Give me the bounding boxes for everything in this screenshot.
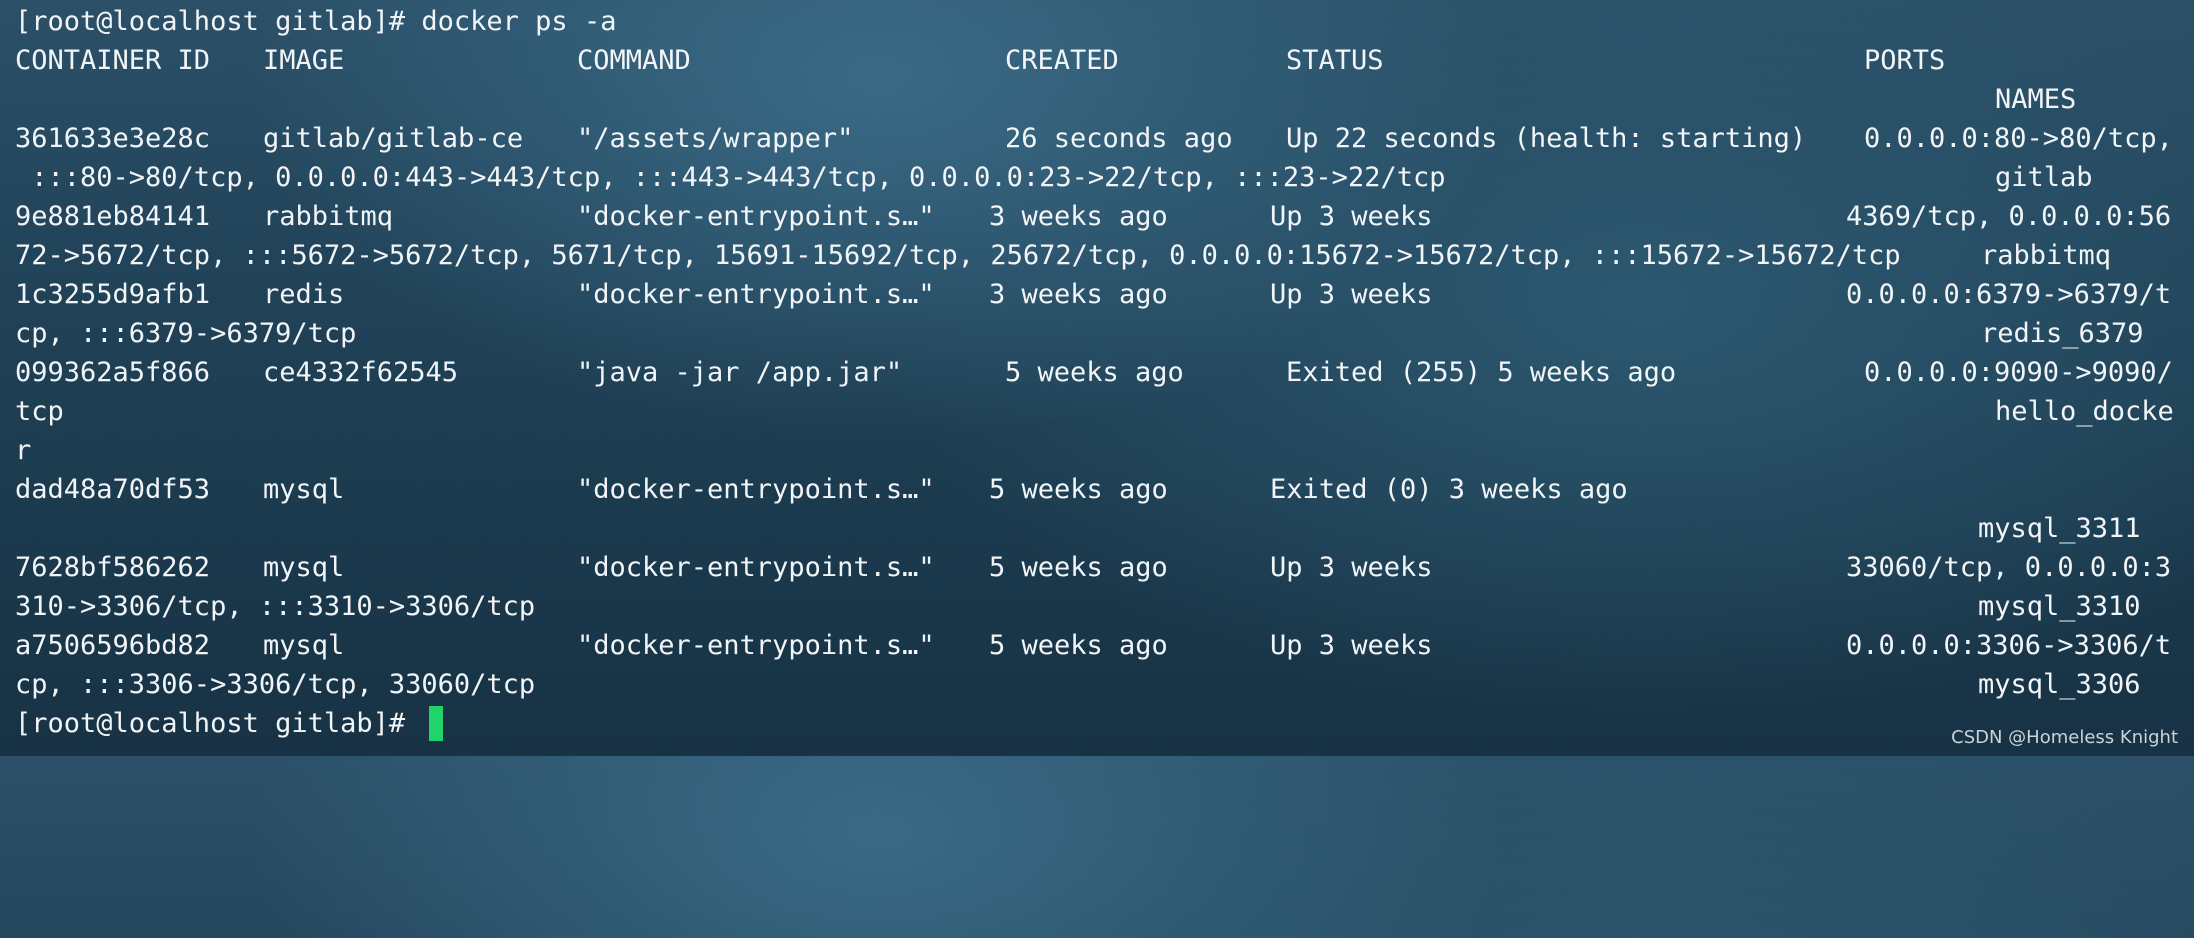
watermark: CSDN @Homeless Knight (1951, 727, 2178, 748)
container-created: 26 seconds ago (1005, 123, 1233, 154)
table-row-wrap: 72->5672/tcp, :::5672->5672/tcp, 5671/tc… (0, 236, 2194, 275)
container-ports: 0.0.0.0:3306->3306/t (1846, 630, 2172, 661)
container-name: redis_6379 (1981, 318, 2144, 349)
container-ports-continued: :::80->80/tcp, 0.0.0.0:443->443/tcp, :::… (15, 162, 1446, 193)
container-command: "docker-entrypoint.s…" (577, 201, 935, 232)
container-ports: 0.0.0.0:6379->6379/t (1846, 279, 2172, 310)
container-name: mysql_3306 (1978, 669, 2141, 700)
container-name: rabbitmq (1981, 240, 2112, 271)
text-cursor (429, 706, 443, 741)
container-command: "docker-entrypoint.s…" (577, 279, 935, 310)
container-name: mysql_3310 (1978, 591, 2141, 622)
table-row: 361633e3e28c gitlab/gitlab-ce "/assets/w… (0, 119, 2194, 158)
header-image: IMAGE (263, 45, 345, 76)
container-command: "java -jar /app.jar" (577, 357, 903, 388)
container-created: 3 weeks ago (989, 279, 1168, 310)
container-id: 7628bf586262 (15, 552, 211, 583)
table-row-wrap: 310->3306/tcp, :::3310->3306/tcp mysql_3… (0, 587, 2194, 626)
container-id: 361633e3e28c (15, 123, 211, 154)
container-name: gitlab (1995, 162, 2093, 193)
table-row: 7628bf586262 mysql "docker-entrypoint.s…… (0, 548, 2194, 587)
container-status: Up 3 weeks (1270, 279, 1433, 310)
table-row-wrap: cp, :::3306->3306/tcp, 33060/tcp mysql_3… (0, 665, 2194, 704)
container-id: 099362a5f866 (15, 357, 211, 388)
container-name-continued: r (15, 435, 32, 466)
container-command: "docker-entrypoint.s…" (577, 474, 935, 505)
container-id: a7506596bd82 (15, 630, 211, 661)
header-ports: PORTS (1864, 45, 1946, 76)
container-image: gitlab/gitlab-ce (263, 123, 524, 154)
container-ports-continued: 310->3306/tcp, :::3310->3306/tcp (15, 591, 536, 622)
container-created: 3 weeks ago (989, 201, 1168, 232)
container-image: mysql (263, 474, 345, 505)
container-created: 5 weeks ago (989, 630, 1168, 661)
table-row-wrap: tcp hello_docke (0, 392, 2194, 431)
table-row: 099362a5f866 ce4332f62545 "java -jar /ap… (0, 353, 2194, 392)
container-ports-continued: cp, :::6379->6379/tcp (15, 318, 357, 349)
container-ports-continued: tcp (15, 396, 64, 427)
container-created: 5 weeks ago (989, 552, 1168, 583)
command-text: [root@localhost gitlab]# docker ps -a (15, 6, 617, 37)
container-ports: 33060/tcp, 0.0.0.0:3 (1846, 552, 2172, 583)
container-status: Up 3 weeks (1270, 201, 1433, 232)
container-created: 5 weeks ago (989, 474, 1168, 505)
table-header: CONTAINER ID IMAGE COMMAND CREATED STATU… (0, 41, 2194, 80)
table-header-wrap: NAMES (0, 80, 2194, 119)
container-image: redis (263, 279, 345, 310)
table-row: 9e881eb84141 rabbitmq "docker-entrypoint… (0, 197, 2194, 236)
container-image: mysql (263, 630, 345, 661)
terminal-window[interactable]: [root@localhost gitlab]# docker ps -a CO… (0, 0, 2194, 756)
container-status: Up 3 weeks (1270, 630, 1433, 661)
table-row-wrap: mysql_3311 (0, 509, 2194, 548)
container-command: "docker-entrypoint.s…" (577, 630, 935, 661)
table-row: 1c3255d9afb1 redis "docker-entrypoint.s…… (0, 275, 2194, 314)
container-name: hello_docke (1995, 396, 2174, 427)
container-image: rabbitmq (263, 201, 394, 232)
table-row-wrap: :::80->80/tcp, 0.0.0.0:443->443/tcp, :::… (0, 158, 2194, 197)
container-command: "/assets/wrapper" (577, 123, 854, 154)
header-container-id: CONTAINER ID (15, 45, 211, 76)
container-id: dad48a70df53 (15, 474, 211, 505)
header-names: NAMES (1995, 84, 2077, 115)
container-id: 9e881eb84141 (15, 201, 211, 232)
container-ports-continued: cp, :::3306->3306/tcp, 33060/tcp (15, 669, 536, 700)
table-row-wrap: r (0, 431, 2194, 470)
container-status: Exited (0) 3 weeks ago (1270, 474, 1628, 505)
container-image: ce4332f62545 (263, 357, 459, 388)
prompt-text: [root@localhost gitlab]# (15, 708, 422, 739)
container-status: Exited (255) 5 weeks ago (1286, 357, 1677, 388)
container-ports-continued: 72->5672/tcp, :::5672->5672/tcp, 5671/tc… (15, 240, 1901, 271)
container-name: mysql_3311 (1978, 513, 2141, 544)
header-status: STATUS (1286, 45, 1384, 76)
header-command: COMMAND (577, 45, 691, 76)
container-image: mysql (263, 552, 345, 583)
container-ports: 0.0.0.0:9090->9090/ (1864, 357, 2173, 388)
container-command: "docker-entrypoint.s…" (577, 552, 935, 583)
table-row-wrap: cp, :::6379->6379/tcp redis_6379 (0, 314, 2194, 353)
container-id: 1c3255d9afb1 (15, 279, 211, 310)
container-ports: 0.0.0.0:80->80/tcp, (1864, 123, 2173, 154)
table-row: a7506596bd82 mysql "docker-entrypoint.s…… (0, 626, 2194, 665)
table-row: dad48a70df53 mysql "docker-entrypoint.s…… (0, 470, 2194, 509)
command-line: [root@localhost gitlab]# docker ps -a (0, 2, 2194, 41)
container-created: 5 weeks ago (1005, 357, 1184, 388)
prompt-line[interactable]: [root@localhost gitlab]# (0, 704, 2194, 743)
container-status: Up 22 seconds (health: starting) (1286, 123, 1807, 154)
container-ports: 4369/tcp, 0.0.0.0:56 (1846, 201, 2172, 232)
header-created: CREATED (1005, 45, 1119, 76)
container-status: Up 3 weeks (1270, 552, 1433, 583)
